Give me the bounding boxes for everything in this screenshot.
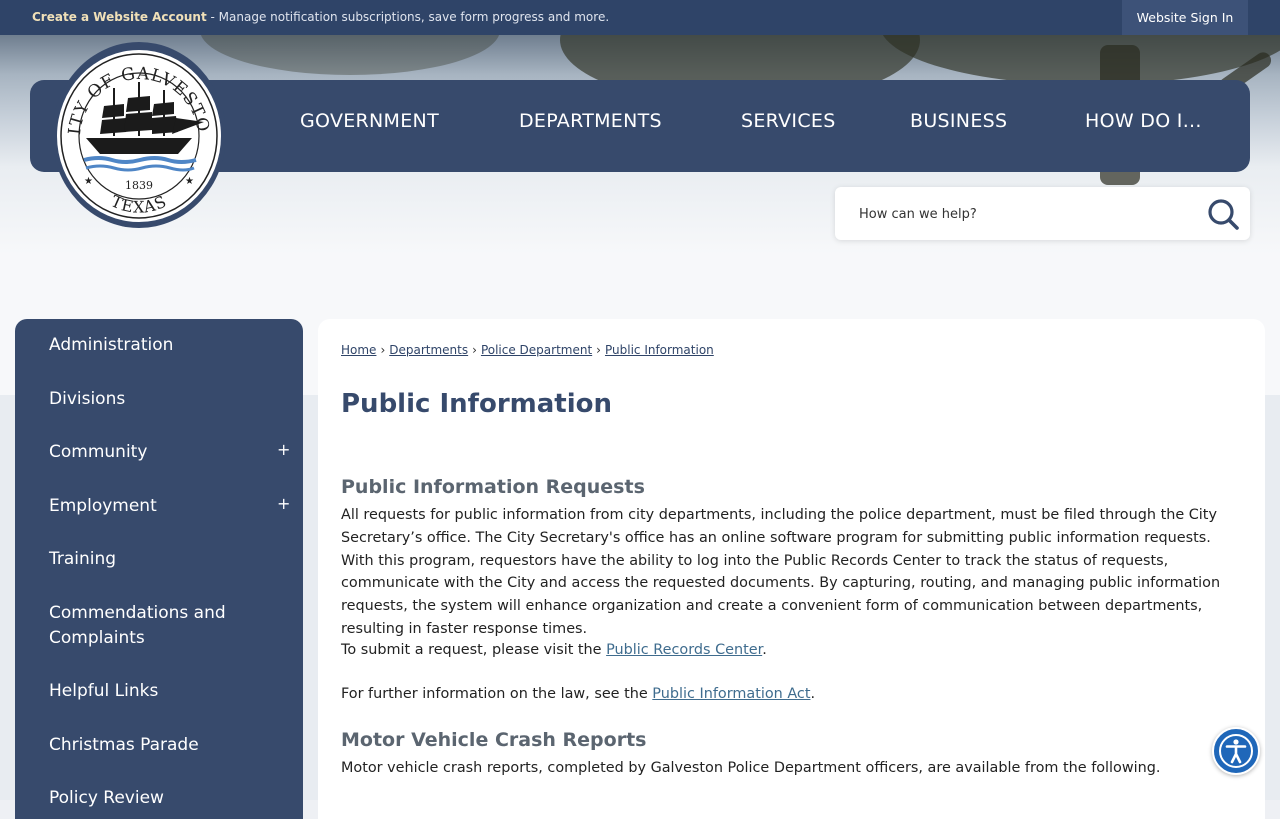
website-sign-in-button[interactable]: Website Sign In: [1122, 0, 1248, 35]
section-heading-motor-vehicle-crash-reports: Motor Vehicle Crash Reports: [341, 729, 647, 751]
motor-vehicle-crash-reports-text: Motor vehicle crash reports, completed b…: [341, 760, 1161, 776]
sidebar-item-commendations[interactable]: Commendations and Complaints: [49, 601, 259, 651]
svg-text:★: ★: [185, 176, 194, 187]
breadcrumb-separator: ›: [380, 343, 386, 357]
sidebar-item-divisions[interactable]: Divisions: [49, 387, 259, 412]
account-description: - Manage notification subscriptions, sav…: [206, 10, 610, 24]
search-input[interactable]: [857, 202, 1201, 226]
sidebar-item-christmas-parade[interactable]: Christmas Parade: [49, 733, 259, 758]
sidebar-item-administration[interactable]: Administration: [49, 333, 259, 358]
submit-request-text: To submit a request, please visit the Pu…: [341, 642, 767, 658]
nav-government[interactable]: GOVERNMENT: [300, 110, 439, 132]
nav-departments[interactable]: DEPARTMENTS: [519, 110, 662, 132]
sidebar-item-helpful-links[interactable]: Helpful Links: [49, 679, 259, 704]
page-title: Public Information: [341, 389, 612, 419]
public-information-requests-text: All requests for public information from…: [341, 507, 1221, 637]
breadcrumb-separator: ›: [596, 343, 601, 357]
further-information-text: For further information on the law, see …: [341, 686, 816, 702]
public-records-center-link[interactable]: Public Records Center: [606, 642, 762, 658]
breadcrumb-departments[interactable]: Departments: [389, 343, 468, 357]
breadcrumb-public-information[interactable]: Public Information: [605, 343, 714, 357]
sidebar-navigation: Administration Divisions Community + Emp…: [15, 319, 303, 819]
breadcrumb-police-department[interactable]: Police Department: [481, 343, 592, 357]
sidebar-item-training[interactable]: Training: [49, 547, 259, 572]
seal-emblem: CITY OF GALVESTON TEXAS 1839 ★ ★: [54, 46, 221, 222]
main-content: Home › Departments › Police Department › Publi…: [318, 319, 1265, 819]
account-message: Create a Website Account - Manage notifi…: [32, 10, 609, 24]
expand-community-icon[interactable]: +: [277, 440, 290, 459]
nav-services[interactable]: SERVICES: [741, 110, 836, 132]
breadcrumb-separator: ›: [472, 343, 477, 357]
city-seal-logo[interactable]: CITY OF GALVESTON TEXAS 1839 ★ ★: [52, 42, 226, 228]
sidebar-item-policy-review[interactable]: Policy Review: [49, 786, 259, 811]
expand-employment-icon[interactable]: +: [277, 494, 290, 513]
svg-text:1839: 1839: [125, 179, 153, 192]
create-account-link[interactable]: Create a Website Account: [32, 10, 207, 24]
nav-business[interactable]: BUSINESS: [910, 110, 1007, 132]
breadcrumb: Home › Departments › Police Department › Publi…: [341, 343, 714, 357]
accessibility-icon: [1219, 734, 1253, 768]
sidebar-item-community[interactable]: Community: [49, 440, 259, 465]
breadcrumb-home[interactable]: Home: [341, 343, 376, 357]
accessibility-button[interactable]: [1212, 727, 1260, 775]
site-search: [835, 187, 1250, 240]
svg-text:★: ★: [84, 176, 93, 187]
search-icon[interactable]: [1206, 197, 1240, 231]
top-utility-bar: Create a Website Account - Manage notifi…: [0, 0, 1280, 35]
section-heading-public-information-requests: Public Information Requests: [341, 476, 645, 498]
nav-how-do-i[interactable]: HOW DO I...: [1085, 110, 1202, 132]
public-information-act-link[interactable]: Public Information Act: [652, 686, 810, 702]
sidebar-item-employment[interactable]: Employment: [49, 494, 259, 519]
